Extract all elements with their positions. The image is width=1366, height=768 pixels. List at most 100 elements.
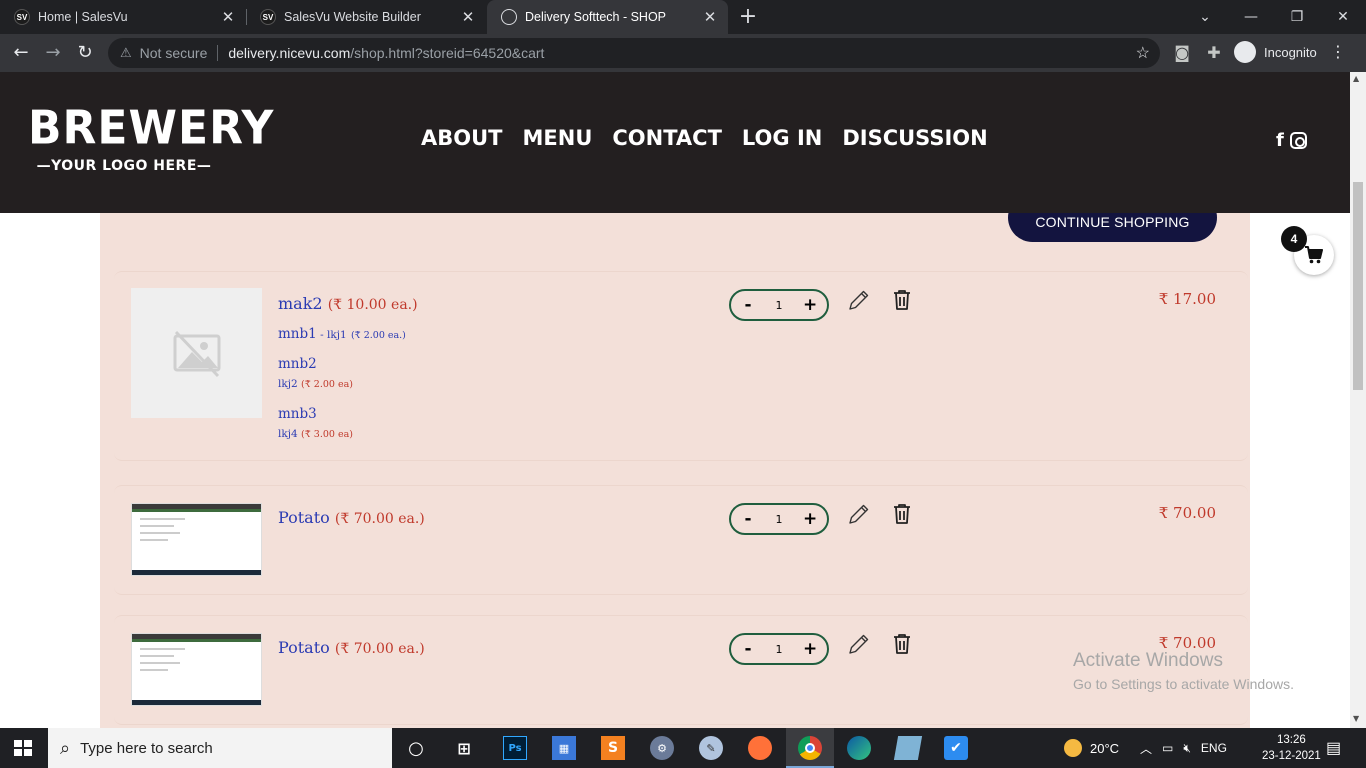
product-name[interactable]: Potato [278,508,330,527]
page-scrollbar[interactable]: ▲ ▼ [1350,72,1366,728]
page-viewport: CONTINUE SHOPPING mak2 (₹ 10.00 ea.) mnb… [0,72,1366,728]
taskbar-search-input[interactable]: ⌕ Type here to search [48,728,392,768]
tray-chevron-up-icon[interactable]: ︿ [1140,740,1152,757]
delete-trash-icon[interactable] [892,633,912,655]
bookmark-star-icon[interactable]: ☆ [1136,43,1150,63]
back-button[interactable]: ← [8,40,34,66]
taskbar-clock[interactable]: 13:26 23-12-2021 [1262,732,1321,764]
thumbnail-line [140,539,169,541]
increase-quantity-button[interactable]: + [803,509,817,529]
product-name[interactable]: mak2 [278,294,323,313]
modifier-option-line: lkj4 (₹ 3.00 ea) [278,428,353,440]
edit-pencil-icon[interactable] [847,502,871,526]
site-logo[interactable]: BREWERY —YOUR LOGO HERE— [28,102,273,174]
forward-button[interactable]: → [40,40,66,66]
social-links: f [1276,130,1307,151]
scrollbar-thumb[interactable] [1353,182,1363,390]
chrome-icon[interactable] [798,736,822,760]
close-tab-icon[interactable]: ✕ [700,8,720,26]
weather-temp: 20°C [1090,740,1120,756]
salesvu-favicon-icon: SV [14,9,30,25]
instagram-icon[interactable] [1289,132,1307,149]
nav-discussion[interactable]: DISCUSSION [842,126,987,150]
network-icon[interactable]: ▭ [1162,741,1173,755]
scroll-up-arrow-icon[interactable]: ▲ [1353,74,1359,83]
volume-mute-icon[interactable]: 🔇︎ [1183,741,1191,756]
nav-about[interactable]: ABOUT [421,126,503,150]
product-thumbnail[interactable] [131,503,262,576]
quantity-value[interactable]: 1 [776,643,783,656]
task-view-icon[interactable]: ⊞ [452,736,476,760]
product-name[interactable]: Potato [278,638,330,657]
close-window-button[interactable]: ✕ [1320,0,1366,34]
warning-icon[interactable]: ⚠ [120,45,132,61]
language-indicator[interactable]: ENG [1201,741,1227,755]
notes-app-icon[interactable] [893,736,923,760]
edit-pencil-icon[interactable] [847,288,871,312]
browser-menu-icon[interactable]: ⋮ [1330,42,1346,61]
tab-search-chevron-icon[interactable]: ⌄ [1182,0,1228,34]
facebook-icon[interactable]: f [1276,130,1284,151]
reload-button[interactable]: ↻ [72,40,98,66]
firefox-icon[interactable] [748,736,772,760]
nav-contact[interactable]: CONTACT [612,126,722,150]
increase-quantity-button[interactable]: + [803,639,817,659]
modifier-price: (₹ 2.00 ea.) [350,330,406,341]
thumbnail-line [140,648,186,650]
network-globe-icon[interactable]: ⚙ [650,736,674,760]
watermark-title: Activate Windows [1073,650,1223,671]
tab-title: Home | SalesVu [38,10,128,24]
camera-icon[interactable]: ◙ [1172,43,1192,62]
paint-palette-icon[interactable]: ✎ [699,736,723,760]
quantity-value[interactable]: 1 [776,513,783,526]
modifier-name: mnb3 [278,406,317,422]
notifications-icon[interactable]: ▤ [1326,728,1341,768]
sublime-text-icon[interactable]: S [601,736,625,760]
weather-widget[interactable]: 20°C [1064,728,1119,768]
photoshop-icon[interactable]: Ps [503,736,527,760]
product-title[interactable]: Potato (₹ 70.00 ea.) [278,508,425,527]
windows-taskbar: ⌕ Type here to search ○ ⊞ Ps ▦ S ⚙ ✎ ✔ 2… [0,728,1366,768]
url-host[interactable]: delivery.nicevu.com [228,45,350,61]
extensions-puzzle-icon[interactable]: ✚ [1204,43,1224,62]
cortana-circle-icon[interactable]: ○ [404,736,428,760]
new-tab-button[interactable]: + [738,4,758,29]
incognito-indicator[interactable]: Incognito [1234,41,1317,63]
nav-menu[interactable]: MENU [523,126,593,150]
url-path[interactable]: /shop.html?storeid=64520&cart [350,45,544,61]
product-title[interactable]: Potato (₹ 70.00 ea.) [278,638,425,657]
todo-check-icon[interactable]: ✔ [944,736,968,760]
unit-price: (₹ 70.00 ea.) [334,641,425,657]
restore-button[interactable]: ❐ [1274,0,1320,34]
delete-trash-icon[interactable] [892,289,912,311]
decrease-quantity-button[interactable]: - [741,295,755,315]
cart-count-badge[interactable]: 4 [1281,226,1307,252]
edit-pencil-icon[interactable] [847,632,871,656]
quantity-value[interactable]: 1 [776,299,783,312]
microsoft-store-icon[interactable]: ▦ [552,736,576,760]
product-title[interactable]: mak2 (₹ 10.00 ea.) [278,294,418,313]
thumbnail-line [140,669,169,671]
nav-login[interactable]: LOG IN [742,126,822,150]
close-tab-icon[interactable]: ✕ [218,8,238,26]
minimize-button[interactable]: — [1228,0,1274,34]
close-tab-icon[interactable]: ✕ [458,8,478,26]
decrease-quantity-button[interactable]: - [741,639,755,659]
edge-icon[interactable] [847,736,871,760]
tab-strip: SV Home | SalesVu ✕ SV SalesVu Website B… [0,0,1366,34]
weather-sun-icon [1064,739,1082,757]
delete-trash-icon[interactable] [892,503,912,525]
scroll-down-arrow-icon[interactable]: ▼ [1353,714,1359,723]
thumbnail-taskbar [132,700,261,705]
browser-toolbar: ← → ↻ ⚠ Not secure delivery.nicevu.com/s… [0,34,1366,72]
decrease-quantity-button[interactable]: - [741,509,755,529]
increase-quantity-button[interactable]: + [803,295,817,315]
address-bar[interactable]: ⚠ Not secure delivery.nicevu.com/shop.ht… [108,38,1160,68]
tab-home-salesvu[interactable]: SV Home | SalesVu ✕ [0,0,246,34]
product-thumbnail[interactable] [131,633,262,706]
tab-website-builder[interactable]: SV SalesVu Website Builder ✕ [246,0,486,34]
shopping-cart-icon [1305,246,1323,264]
tab-delivery-shop[interactable]: Delivery Softtech - SHOP ✕ [487,0,728,34]
security-status[interactable]: Not secure [140,45,208,61]
windows-start-icon[interactable] [14,740,32,756]
